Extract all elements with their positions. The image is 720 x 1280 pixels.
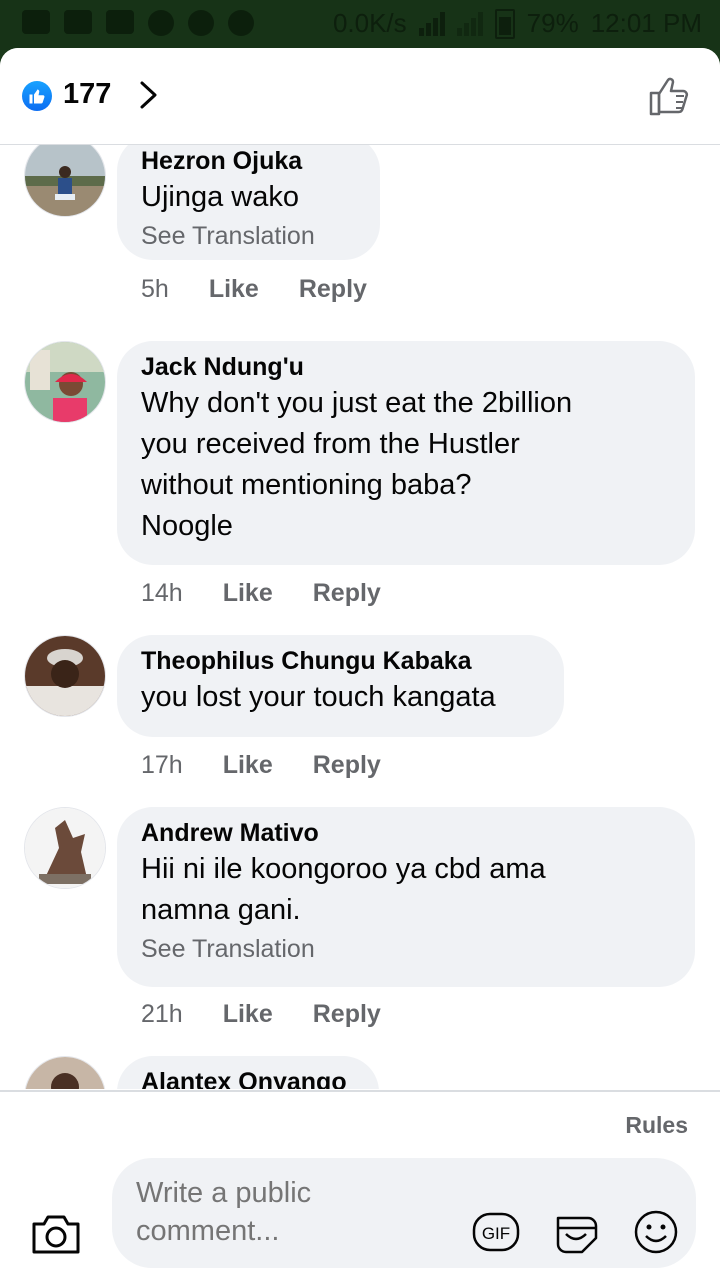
see-translation-link[interactable]: See Translation (141, 931, 671, 967)
reactions-header: 177 (0, 48, 720, 145)
comment-text: Why don't you just eat the 2billion (141, 387, 573, 419)
comment-text: without mentioning baba? (141, 469, 472, 501)
comment-text: you lost your touch kangata (141, 681, 496, 713)
comment-bubble[interactable]: Jack Ndung'u Why don't you just eat the … (117, 341, 695, 565)
comment-textarea[interactable] (136, 1174, 436, 1254)
camera-icon[interactable] (30, 1212, 82, 1256)
like-button[interactable]: Like (223, 579, 273, 608)
comment-text: Hii ni ile koongoroo ya cbd ama (141, 853, 546, 885)
app-notification-icon (148, 10, 174, 36)
comment-author[interactable]: Andrew Mativo (141, 817, 671, 849)
comment-composer: Rules GIF (0, 1090, 720, 1280)
emoji-icon[interactable] (632, 1208, 680, 1256)
comment-bubble[interactable]: Alantex Onyango (117, 1056, 379, 1089)
reply-button[interactable]: Reply (313, 579, 381, 608)
comment-bubble[interactable]: Andrew Mativo Hii ni ile koongoroo ya cb… (117, 807, 695, 987)
comment-input[interactable]: GIF (112, 1158, 696, 1268)
comment-author[interactable]: Hezron Ojuka (141, 145, 356, 177)
avatar[interactable] (24, 145, 106, 217)
comment-text: you received from the Hustler (141, 428, 520, 460)
comment-bubble[interactable]: Theophilus Chungu Kabaka you lost your t… (117, 635, 564, 737)
avatar[interactable] (24, 341, 106, 423)
comment-actions: 14h Like Reply (141, 579, 381, 608)
clock: 12:01 PM (590, 8, 702, 38)
like-badge-icon[interactable] (22, 81, 52, 111)
reply-button[interactable]: Reply (313, 1000, 381, 1029)
reply-button[interactable]: Reply (313, 751, 381, 780)
status-bar: 0.0K/s 79% 12:01 PM (0, 0, 720, 50)
signal-icon-2 (456, 11, 483, 36)
comment-actions: 17h Like Reply (141, 751, 381, 780)
avatar[interactable] (24, 1056, 106, 1089)
comment-time[interactable]: 5h (141, 275, 169, 304)
shirt-notification-icon (64, 10, 92, 34)
avatar[interactable] (24, 807, 106, 889)
comment-time[interactable]: 17h (141, 751, 183, 780)
like-count[interactable]: 177 (63, 78, 111, 111)
thumbs-up-outline-icon[interactable] (648, 74, 692, 118)
gif-label: GIF (482, 1224, 510, 1243)
reply-button[interactable]: Reply (299, 275, 367, 304)
comment-author[interactable]: Alantex Onyango (141, 1066, 355, 1089)
comment-actions: 5h Like Reply (141, 275, 367, 304)
chevron-right-icon[interactable] (137, 80, 161, 110)
shirt-notification-icon-2 (106, 10, 134, 34)
see-translation-link[interactable]: See Translation (141, 218, 356, 254)
comment-bubble[interactable]: Hezron Ojuka Ujinga wako See Translation (117, 145, 380, 260)
comment-text: namna gani. (141, 894, 301, 926)
comment-author[interactable]: Theophilus Chungu Kabaka (141, 645, 540, 677)
like-button[interactable]: Like (223, 751, 273, 780)
message-notification-icon (22, 10, 50, 34)
status-right: 0.0K/s 79% 12:01 PM (333, 8, 702, 39)
battery-icon (494, 8, 515, 39)
avatar[interactable] (24, 635, 106, 717)
gif-icon[interactable]: GIF (472, 1208, 520, 1256)
comment-time[interactable]: 14h (141, 579, 183, 608)
comment-time[interactable]: 21h (141, 1000, 183, 1029)
rules-link[interactable]: Rules (625, 1112, 688, 1139)
app-notification-icon-3 (228, 10, 254, 36)
like-button[interactable]: Like (223, 1000, 273, 1029)
comment-text: Noogle (141, 510, 233, 542)
comment-author[interactable]: Jack Ndung'u (141, 351, 671, 383)
network-speed: 0.0K/s (332, 8, 407, 38)
notification-icons (22, 10, 254, 36)
signal-icon (418, 11, 445, 36)
battery-percent: 79% (526, 8, 579, 38)
comments-list: Hezron Ojuka Ujinga wako See Translation… (0, 145, 720, 1089)
app-notification-icon-2 (188, 10, 214, 36)
comment-text: Ujinga wako (141, 181, 299, 213)
like-button[interactable]: Like (209, 275, 259, 304)
comment-actions: 21h Like Reply (141, 1000, 381, 1029)
comments-sheet: 177 Hezron Ojuka Ujinga wako See Transla… (0, 48, 720, 1280)
sticker-icon[interactable] (552, 1208, 600, 1256)
